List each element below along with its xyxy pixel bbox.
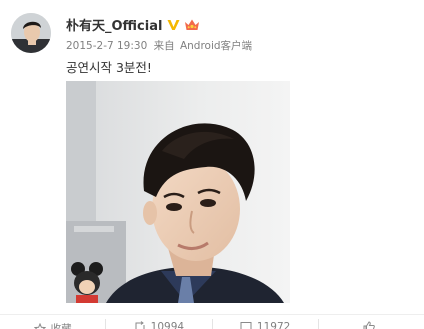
favorite-button[interactable]: 收藏 bbox=[0, 315, 105, 329]
comment-icon bbox=[240, 321, 252, 329]
post-photo[interactable] bbox=[66, 81, 290, 303]
comment-button[interactable]: 11972 bbox=[213, 315, 318, 329]
avatar[interactable] bbox=[11, 13, 51, 53]
client-link[interactable]: Android客户端 bbox=[180, 40, 252, 52]
repost-button[interactable]: 10994 bbox=[106, 315, 211, 329]
selfie-image bbox=[66, 81, 290, 303]
action-bar: 收藏 10994 11972 bbox=[0, 315, 424, 329]
verified-v-icon[interactable] bbox=[166, 17, 181, 32]
from-label: 来自 bbox=[153, 40, 175, 52]
post-timestamp[interactable]: 2015-2-7 19:30 bbox=[66, 40, 147, 52]
vip-crown-icon[interactable] bbox=[184, 17, 200, 31]
repost-icon bbox=[134, 321, 146, 329]
username-link[interactable]: 朴有天_Official bbox=[66, 15, 162, 34]
avatar-image bbox=[11, 13, 51, 53]
favorite-label: 收藏 bbox=[50, 323, 72, 329]
post-meta: 2015-2-7 19:30 来自 Android客户端 bbox=[66, 38, 252, 53]
repost-count: 10994 bbox=[150, 321, 185, 329]
post-header: 朴有天_Official bbox=[66, 14, 200, 34]
weibo-post: 朴有天_Official 2015-2-7 19:30 来自 Android客户… bbox=[0, 0, 424, 329]
like-button[interactable] bbox=[319, 315, 424, 329]
comment-count: 11972 bbox=[256, 321, 291, 329]
post-text: 공연시작 3분전! bbox=[66, 60, 152, 75]
thumbs-up-icon bbox=[363, 321, 375, 329]
star-icon bbox=[33, 322, 46, 329]
